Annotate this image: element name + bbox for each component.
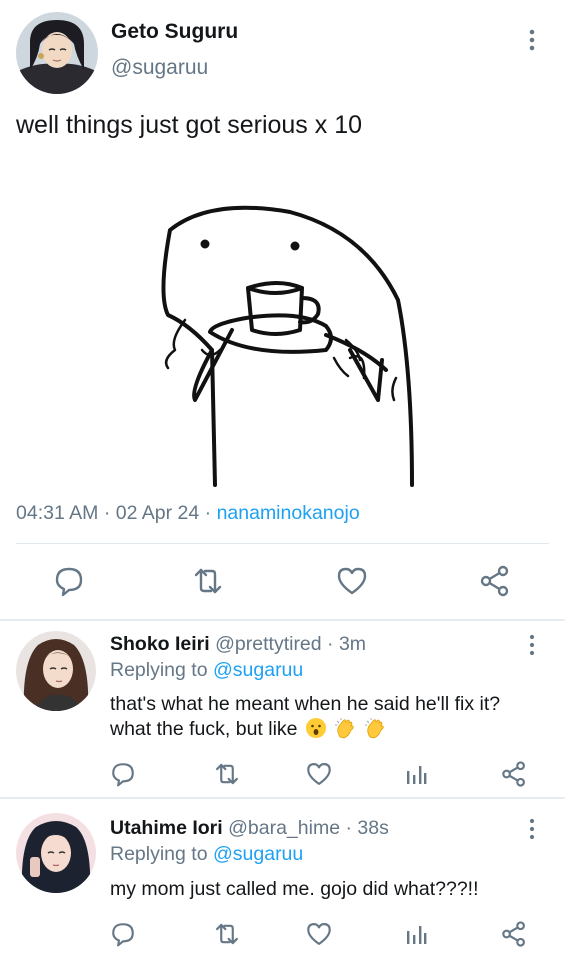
reply-time: · 38s [345,817,389,839]
share-icon[interactable] [499,919,529,949]
like-icon[interactable] [334,563,370,599]
tweet-source[interactable]: nanaminokanojo [217,502,360,524]
mention-link[interactable]: @sugaruu [213,659,303,681]
meta-separator: · [204,502,217,524]
replying-to: Replying to @sugaruu [110,659,303,682]
author-handle[interactable]: @sugaruu [111,56,208,80]
tweet-date: 02 Apr 24 [115,502,200,524]
clapping-hands-emoji [334,717,356,739]
reply-tweet[interactable]: Shoko Ieiri @prettytired · 3m Replying t… [0,621,565,797]
replying-to: Replying to @sugaruu [110,843,303,866]
author-name[interactable]: Utahime Iori [110,817,223,839]
reply-text-content: my mom just called me. gojo did what???!… [110,878,479,900]
reply-icon[interactable] [108,759,138,789]
analytics-icon[interactable] [401,919,431,949]
more-options-icon[interactable] [520,815,544,843]
divider [16,543,549,544]
avatar[interactable] [16,631,96,711]
reply-text: my mom just called me. gojo did what???!… [110,877,530,902]
more-options-icon[interactable] [520,631,544,659]
mention-link[interactable]: @sugaruu [213,843,303,865]
tweet-time: 04:31 AM [16,502,99,524]
reply-tweet[interactable]: Utahime Iori @bara_hime · 38s Replying t… [0,799,565,960]
author-name[interactable]: Shoko Ieiri [110,633,210,655]
tweet-text: well things just got serious x 10 [16,111,363,139]
replying-prefix: Replying to [110,659,208,681]
reply-icon[interactable] [108,919,138,949]
retweet-icon[interactable] [212,759,242,789]
retweet-icon[interactable] [212,919,242,949]
avatar[interactable] [16,813,96,893]
reply-time: · 3m [327,633,367,655]
share-icon[interactable] [477,563,513,599]
reply-icon[interactable] [51,563,87,599]
replying-prefix: Replying to [110,843,208,865]
author-name[interactable]: Geto Suguru [111,20,238,44]
more-options-icon[interactable] [518,26,546,54]
tweet-meta: 04:31 AM · 02 Apr 24 · nanaminokanojo [16,502,360,525]
analytics-icon[interactable] [401,759,431,789]
author-handle[interactable]: @bara_hime [228,817,340,839]
meta-separator: · [103,502,116,524]
reply-header: Utahime Iori @bara_hime · 38s [110,817,389,840]
reply-header: Shoko Ieiri @prettytired · 3m [110,633,366,656]
main-tweet: Geto Suguru @sugaruu well things just go… [0,0,565,620]
avatar[interactable] [16,12,98,94]
like-icon[interactable] [304,759,334,789]
like-icon[interactable] [304,919,334,949]
share-icon[interactable] [499,759,529,789]
retweet-icon[interactable] [190,563,226,599]
clapping-hands-emoji [364,717,386,739]
hushed-face-emoji [305,717,327,739]
tweet-image[interactable] [150,200,420,490]
reply-text: that's what he meant when he said he'll … [110,692,530,742]
author-handle[interactable]: @prettytired [215,633,322,655]
